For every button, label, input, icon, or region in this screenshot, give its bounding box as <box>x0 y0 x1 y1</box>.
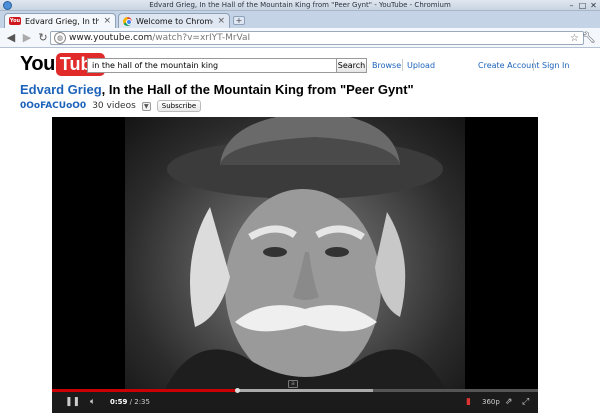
tab-welcome[interactable]: Welcome to Chrome × <box>118 13 230 28</box>
browser-toolbar: ◀ ▶ ↻ ◍ www.youtube.com/watch?v=xrIYT-Mr… <box>0 28 600 48</box>
window-controls: – □ ✕ <box>567 1 598 10</box>
popout-icon[interactable]: ⇗ <box>505 396 513 408</box>
wrench-menu-icon[interactable]: 🔧︎ <box>582 31 596 44</box>
progress-bar[interactable] <box>52 388 538 393</box>
reload-icon[interactable]: ↻ <box>35 30 51 46</box>
window-titlebar: Edvard Grieg, In the Hall of the Mountai… <box>0 0 600 11</box>
maximize-icon[interactable]: □ <box>578 1 587 10</box>
tab-label: Edvard Grieg, In the Ha <box>25 16 100 26</box>
logo-you: You <box>20 53 55 75</box>
sign-in-link[interactable]: Sign In <box>542 61 569 70</box>
progress-played <box>52 389 237 392</box>
video-player[interactable] <box>52 117 538 389</box>
current-time: 0:59 <box>110 398 128 406</box>
video-frame[interactable] <box>125 117 465 389</box>
subscribe-button[interactable]: Subscribe <box>156 100 202 112</box>
youtube-favicon-icon: You <box>9 17 21 25</box>
search-input[interactable] <box>87 58 337 73</box>
close-tab-icon[interactable]: × <box>217 16 225 26</box>
fullscreen-icon[interactable]: ⤢ <box>522 396 529 408</box>
tab-youtube[interactable]: You Edvard Grieg, In the Ha × <box>4 13 116 28</box>
bookmark-star-icon[interactable]: ☆ <box>570 32 579 45</box>
search-button[interactable]: Search <box>336 58 367 73</box>
divider <box>402 59 403 71</box>
title-text: , In the Hall of the Mountain King from … <box>101 82 414 97</box>
player-controls: ❚❚ 🔈︎ 0:59 / 2:35 ▮ 360p ⇗ ⤢ <box>52 388 538 413</box>
globe-icon: ◍ <box>54 32 66 44</box>
video-count: 30 videos <box>92 101 136 111</box>
url-path: /watch?v=xrIYT-MrVaI <box>152 33 251 43</box>
tab-strip: You Edvard Grieg, In the Ha × Welcome to… <box>0 11 600 28</box>
close-tab-icon[interactable]: × <box>103 16 111 26</box>
chrome-favicon-icon <box>123 16 132 26</box>
minimize-icon[interactable]: – <box>567 1 576 10</box>
divider <box>533 59 534 71</box>
pause-icon[interactable]: ❚❚ <box>65 396 80 408</box>
time-display: 0:59 / 2:35 <box>110 398 150 406</box>
create-account-link[interactable]: Create Account <box>478 61 539 70</box>
url-host: www.youtube.com <box>69 33 153 43</box>
total-time: 2:35 <box>134 398 150 406</box>
video-title: Edvard Grieg, In the Hall of the Mountai… <box>20 82 414 97</box>
upload-link[interactable]: Upload <box>407 61 435 70</box>
artist-link[interactable]: Edvard Grieg <box>20 82 102 97</box>
channel-link[interactable]: 0OoFACUoO0 <box>20 101 86 111</box>
back-arrow-icon[interactable]: ◀ <box>3 30 19 46</box>
browse-link[interactable]: Browse <box>372 61 401 70</box>
captions-icon[interactable]: ▮ <box>466 396 471 408</box>
tab-label: Welcome to Chrome <box>136 16 214 26</box>
progress-scrubber-handle[interactable] <box>234 388 240 393</box>
quality-selector[interactable]: 360p <box>482 396 500 408</box>
portrait-image <box>165 117 445 389</box>
forward-arrow-icon[interactable]: ▶ <box>19 30 35 46</box>
expand-icon[interactable]: ▼ <box>141 101 151 111</box>
volume-icon[interactable]: 🔈︎ <box>90 396 95 408</box>
address-bar[interactable]: ◍ www.youtube.com/watch?v=xrIYT-MrVaI ☆ <box>50 31 584 45</box>
new-tab-button[interactable]: + <box>233 16 245 25</box>
close-window-icon[interactable]: ✕ <box>589 1 598 10</box>
channel-row: 0OoFACUoO0 30 videos ▼ Subscribe <box>20 100 202 112</box>
annotation-toggle-icon[interactable]: a <box>288 380 298 388</box>
window-title: Edvard Grieg, In the Hall of the Mountai… <box>149 1 451 9</box>
url-text: www.youtube.com/watch?v=xrIYT-MrVaI <box>69 33 250 43</box>
